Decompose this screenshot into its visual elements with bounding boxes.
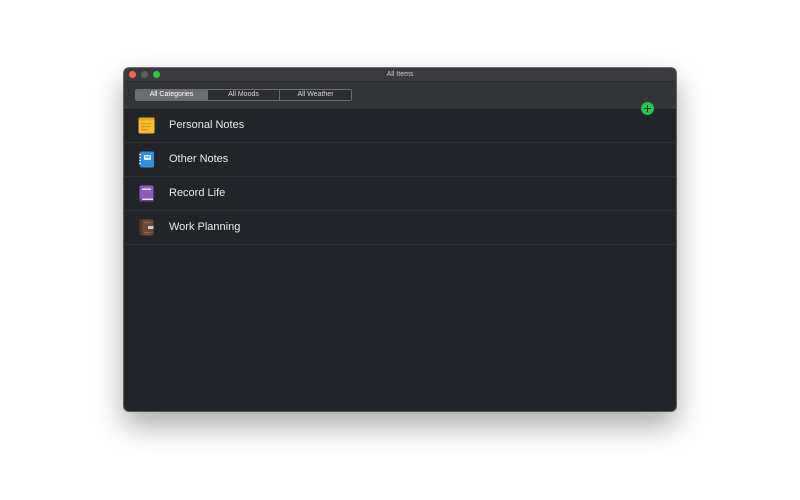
- title-bar[interactable]: All Items: [124, 68, 676, 82]
- filter-segmented-control: All Categories All Moods All Weather: [135, 89, 352, 101]
- category-list: Personal Notes Other Notes Record Life W…: [124, 109, 676, 245]
- list-item-label: Other Notes: [169, 153, 229, 165]
- journal-book-icon: [139, 185, 154, 202]
- list-item[interactable]: Other Notes: [124, 143, 676, 177]
- list-item-label: Record Life: [169, 187, 226, 199]
- list-item-label: Work Planning: [169, 221, 241, 233]
- segment-all-moods[interactable]: All Moods: [208, 90, 280, 100]
- toolbar: All Categories All Moods All Weather: [124, 82, 676, 115]
- list-item-label: Personal Notes: [169, 119, 245, 131]
- app-window: All Items All Categories All Moods All W…: [124, 68, 676, 411]
- list-item[interactable]: Record Life: [124, 177, 676, 211]
- sticky-note-icon: [138, 117, 155, 134]
- window-title: All Items: [386, 71, 414, 78]
- planner-book-icon: [139, 219, 154, 236]
- list-item[interactable]: Personal Notes: [124, 109, 676, 143]
- segment-all-weather[interactable]: All Weather: [280, 90, 351, 100]
- spiral-notebook-icon: [139, 151, 154, 168]
- list-item[interactable]: Work Planning: [124, 211, 676, 245]
- segment-all-categories[interactable]: All Categories: [136, 90, 208, 100]
